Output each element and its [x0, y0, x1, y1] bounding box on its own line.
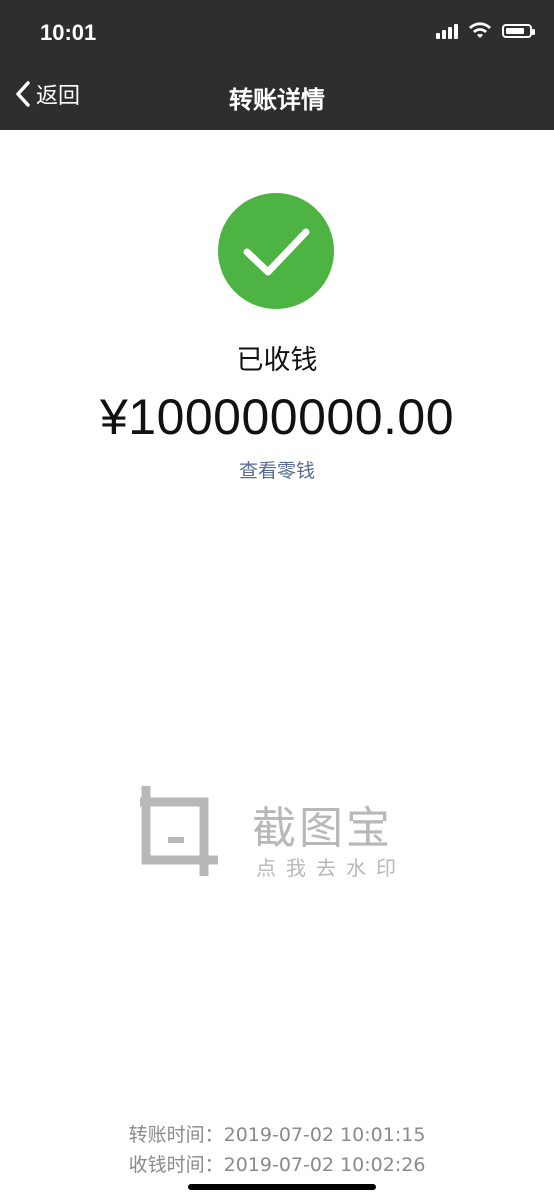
- receive-time-label: 收钱时间：: [128, 1154, 224, 1176]
- transfer-times: 转账时间：2019-07-02 10:01:15 收钱时间：2019-07-02…: [0, 1120, 554, 1180]
- watermark-subtitle[interactable]: 点我去水印: [256, 852, 406, 881]
- transfer-time-value: 2019-07-02 10:01:15: [223, 1124, 426, 1146]
- page-title: 转账详情: [229, 86, 325, 114]
- transfer-time-label: 转账时间：: [128, 1124, 224, 1146]
- wifi-icon: [469, 22, 491, 38]
- watermark-title: 截图宝: [252, 803, 393, 854]
- home-indicator: [188, 1184, 376, 1190]
- transfer-amount: ¥100000000.00: [99, 389, 455, 445]
- status-time: 10:01: [40, 20, 97, 45]
- crop-icon: [140, 786, 218, 876]
- receive-time-value: 2019-07-02 10:02:26: [223, 1154, 426, 1176]
- receive-time-row: 收钱时间：2019-07-02 10:02:26: [0, 1150, 554, 1180]
- battery-icon: [502, 24, 535, 38]
- transfer-time-row: 转账时间：2019-07-02 10:01:15: [0, 1120, 554, 1150]
- checkmark-circle-icon: [218, 193, 334, 309]
- transfer-status: 已收钱: [236, 345, 318, 376]
- status-icons: [436, 22, 535, 40]
- view-change-link[interactable]: 查看零钱: [0, 456, 554, 483]
- top-bar: 10:01 返回 转账详情: [0, 0, 554, 130]
- cellular-signal-icon: [436, 23, 458, 39]
